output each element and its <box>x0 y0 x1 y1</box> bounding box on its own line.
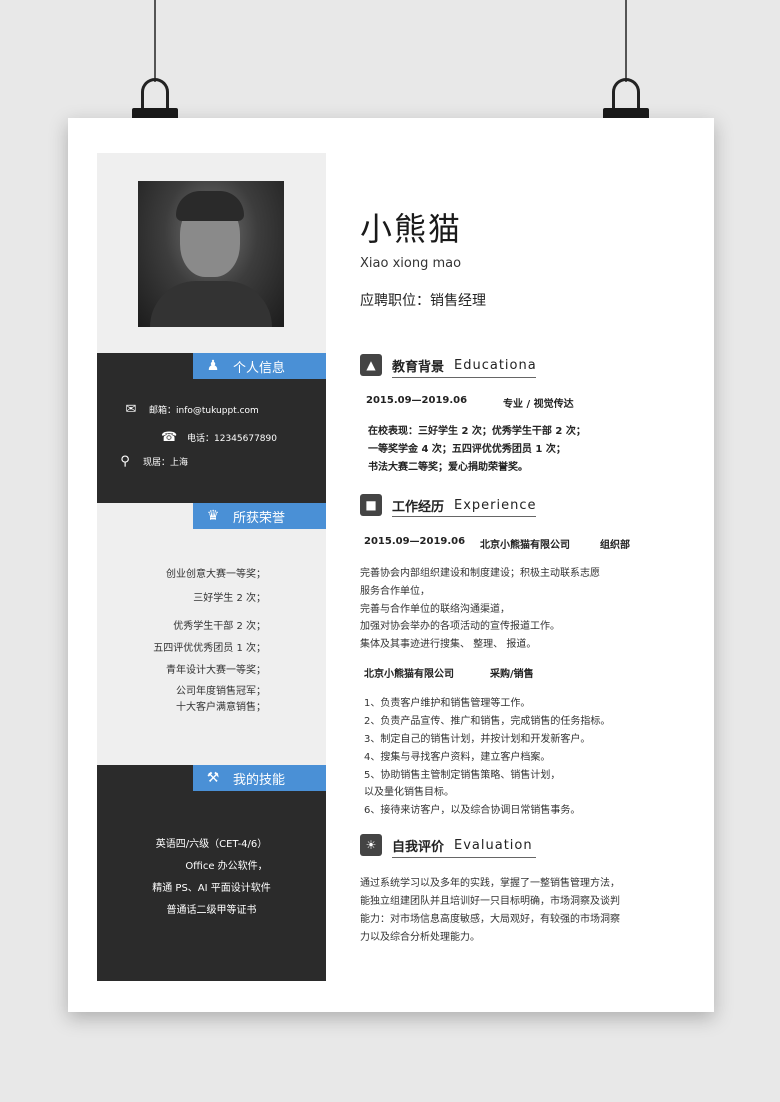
skill-item: 普通话二级甲等证书 <box>166 905 257 916</box>
skill-item: 精通 PS、AI 平面设计软件 <box>152 883 271 894</box>
personal-info-title: 个人信息 <box>233 360 286 376</box>
evaluation-underline <box>392 857 536 858</box>
education-title-en: Educationa <box>454 357 537 373</box>
email-text: 邮箱：info@tukuppt.com <box>149 406 259 416</box>
address-row: ⚲ 现居：上海 <box>117 454 188 469</box>
education-title: 教育背景 <box>392 359 445 375</box>
education-line: 一等奖学金 4 次；五四评优优秀团员 1 次； <box>368 444 566 455</box>
award-item: 五四评优优秀团员 1 次； <box>153 643 266 654</box>
work-role-2: 采购/销售 <box>490 669 534 680</box>
evaluation-line: 能力：对市场信息高度敏感，大局观好，有较强的市场洞察 <box>360 914 620 925</box>
education-period: 2015.09—2019.06 <box>366 395 468 406</box>
work-title-en: Experience <box>454 497 537 513</box>
work-task: 以及量化销售目标。 <box>364 787 454 798</box>
skills-block: ⚒ 我的技能 英语四/六级（CET-4/6） Office 办公软件， 精通 P… <box>97 765 326 981</box>
skill-item: 英语四/六级（CET-4/6） <box>155 839 268 850</box>
work-header: ■ 工作经历 Experience <box>360 494 537 516</box>
evaluation-line: 通过系统学习以及多年的实践，掌握了一整销售管理方法， <box>360 878 620 889</box>
profile-photo <box>138 181 284 327</box>
work-duty: 完善协会内部组织建设和制度建设；积极主动联系志愿 <box>360 568 600 579</box>
award-item: 公司年度销售冠军； <box>176 686 266 697</box>
award-item: 十大客户满意销售； <box>176 702 266 713</box>
work-task: 4、搜集与寻找客户资料，建立客户档案。 <box>364 752 551 763</box>
sidebar: ♟ 个人信息 ✉ 邮箱：info@tukuppt.com ☎ 电话：123456… <box>97 153 326 981</box>
location-pin-icon: ⚲ <box>120 454 130 469</box>
award-item: 优秀学生干部 2 次； <box>173 621 266 632</box>
evaluation-title: 自我评价 <box>392 839 445 855</box>
personal-info-header: ♟ 个人信息 <box>193 353 326 379</box>
phone-text: 电话：12345677890 <box>187 434 277 444</box>
personal-info-block: ♟ 个人信息 ✉ 邮箱：info@tukuppt.com ☎ 电话：123456… <box>97 353 326 503</box>
awards-title: 所获荣誉 <box>233 510 286 526</box>
book-icon: ■ <box>360 494 382 516</box>
work-task: 1、负责客户维护和销售管理等工作。 <box>364 698 531 709</box>
address-text: 现居：上海 <box>143 458 189 468</box>
work-task: 6、接待来访客户，以及综合协调日常销售事务。 <box>364 805 581 816</box>
hanging-string-left <box>154 0 156 82</box>
work-task: 5、协助销售主管制定销售策略、销售计划， <box>364 770 561 781</box>
evaluation-line: 能独立组建团队并且培训好一只目标明确，市场洞察及谈判 <box>360 896 620 907</box>
email-row: ✉ 邮箱：info@tukuppt.com <box>123 402 259 417</box>
education-major: 专业 / 视觉传达 <box>503 399 574 410</box>
skill-item: Office 办公软件， <box>185 861 268 872</box>
education-header: ▲ 教育背景 Educationa <box>360 354 537 376</box>
work-duty: 服务合作单位， <box>360 586 430 597</box>
work-duty: 集体及其事迹进行搜集、 整理、 报道。 <box>360 639 537 650</box>
education-line: 书法大赛二等奖；爱心捐助荣誉奖。 <box>368 462 528 473</box>
education-underline <box>392 377 536 378</box>
graduation-cap-icon: ▲ <box>360 354 382 376</box>
sun-icon: ☀ <box>360 834 382 856</box>
phone-row: ☎ 电话：12345677890 <box>161 430 277 445</box>
award-item: 青年设计大赛一等奖； <box>166 665 266 676</box>
skills-header: ⚒ 我的技能 <box>193 765 326 791</box>
tools-icon: ⚒ <box>206 770 220 786</box>
education-line: 在校表现：三好学生 2 次；优秀学生干部 2 次； <box>368 426 586 437</box>
resume-paper: ♟ 个人信息 ✉ 邮箱：info@tukuppt.com ☎ 电话：123456… <box>68 118 714 1012</box>
skills-title: 我的技能 <box>233 772 286 788</box>
work-duty: 加强对协会举办的各项活动的宣传报道工作。 <box>360 621 560 632</box>
award-item: 创业创意大赛一等奖； <box>166 569 266 580</box>
work-period: 2015.09—2019.06 <box>364 536 466 547</box>
evaluation-header: ☀ 自我评价 Evaluation <box>360 834 533 856</box>
hanging-string-right <box>625 0 627 82</box>
work-underline <box>392 516 536 517</box>
work-task: 2、负责产品宣传、推广和销售，完成销售的任务指标。 <box>364 716 611 727</box>
candidate-name: 小熊猫 <box>360 210 463 248</box>
awards-header: ♛ 所获荣誉 <box>193 503 326 529</box>
trophy-icon: ♛ <box>206 508 220 524</box>
person-icon: ♟ <box>206 358 220 374</box>
work-company-2: 北京小熊猫有限公司 <box>364 669 454 680</box>
evaluation-line: 力以及综合分析处理能力。 <box>360 932 480 943</box>
evaluation-title-en: Evaluation <box>454 837 533 853</box>
work-company: 北京小熊猫有限公司 <box>480 540 570 551</box>
work-duty: 完善与合作单位的联络沟通渠道， <box>360 604 510 615</box>
candidate-pinyin: Xiao xiong mao <box>360 256 462 271</box>
work-title: 工作经历 <box>392 499 445 515</box>
mail-icon: ✉ <box>125 402 137 417</box>
award-item: 三好学生 2 次； <box>193 593 266 604</box>
phone-icon: ☎ <box>161 430 178 445</box>
work-task: 3、制定自己的销售计划，并按计划和开发新客户。 <box>364 734 591 745</box>
work-dept: 组织部 <box>600 540 630 551</box>
applied-position: 应聘职位：销售经理 <box>360 293 486 309</box>
